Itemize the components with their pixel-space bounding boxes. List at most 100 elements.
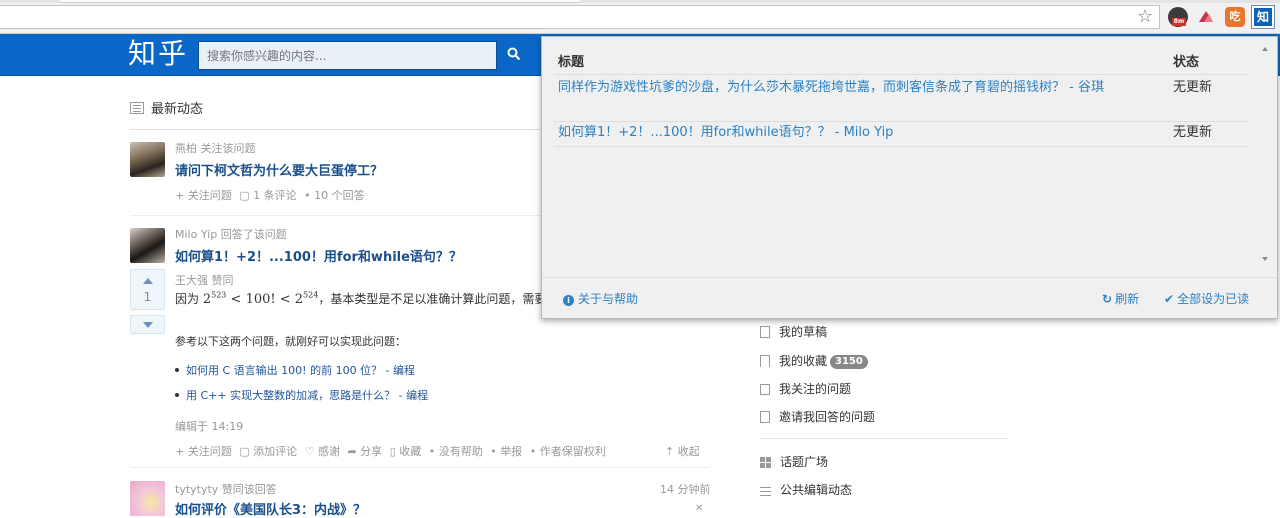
bullet: [175, 393, 179, 397]
column-header-title: 标题: [558, 55, 585, 70]
math-base: 2: [294, 292, 304, 307]
answer-link-list: 如何用 C 语言输出 100! 的前 100 位？ - 编程 用 C++ 实现大…: [175, 362, 428, 412]
activity-meta: tytytyty 赞同该回答: [175, 483, 277, 496]
thanks-link[interactable]: ♡ 感谢: [305, 445, 340, 458]
zhihu-logo[interactable]: 知乎: [128, 37, 188, 71]
math-expression: 2523 < 100! < 2524: [202, 290, 318, 307]
mark-all-read-button[interactable]: ✔ 全部设为已读: [1164, 290, 1249, 307]
notification-title-link[interactable]: 如何算1！+2！...100！用for和while语句？？ - Milo Yip: [558, 124, 1158, 142]
edited-time[interactable]: 编辑于 14:19: [175, 418, 243, 434]
sidebar-item-followed-questions[interactable]: 我关注的问题: [760, 380, 851, 400]
refresh-button[interactable]: ↻ 刷新: [1102, 290, 1139, 307]
activity-meta: Milo Yip 回答了该问题: [175, 228, 287, 241]
follow-question-link[interactable]: + 关注问题: [175, 189, 232, 202]
topic-link[interactable]: - 编程: [395, 389, 428, 402]
comments-link[interactable]: ▢ 1 条评论: [239, 189, 296, 202]
search-input[interactable]: [198, 41, 497, 70]
downvote-button[interactable]: [130, 315, 165, 334]
close-icon[interactable]: ✕: [695, 503, 703, 514]
sidebar-item-drafts[interactable]: 我的草稿: [760, 323, 827, 343]
orange-extension-icon[interactable]: 吃: [1225, 7, 1245, 27]
bm-extension-icon[interactable]: 8m: [1168, 7, 1188, 27]
about-help-label: 关于与帮助: [578, 292, 639, 306]
address-bar[interactable]: [0, 5, 1160, 29]
grid-icon: [760, 457, 771, 468]
browser-toolbar: ☆ 8m 吃 知: [0, 0, 1280, 34]
invite-icon: [760, 411, 770, 423]
topic-link[interactable]: - 编程: [382, 364, 415, 377]
sidebar-item-label: 公共编辑动态: [780, 483, 853, 497]
sidebar-item-label: 我的草稿: [779, 325, 828, 339]
upvote-button[interactable]: 1: [130, 269, 165, 310]
sidebar-item-public-edits[interactable]: 公共编辑动态: [760, 481, 852, 501]
bookmark-icon: [760, 355, 770, 367]
refresh-label: 刷新: [1115, 292, 1140, 306]
item-actions: + 关注问题 ▢ 添加评论 ♡ 感谢 ➦ 分享 ▯ 收藏 • 没有帮助 • 举报…: [175, 443, 610, 459]
sidebar-item-topic-square[interactable]: 话题广场: [760, 453, 828, 473]
collapse-link[interactable]: ⇡ 收起: [665, 443, 700, 459]
bullet: [175, 368, 179, 372]
divider: [554, 74, 1249, 75]
question-title-link[interactable]: 如何评价《美国队长3：内战》？: [175, 499, 366, 518]
report-link[interactable]: • 举报: [490, 445, 522, 458]
zhihu-extension-popup: 标题 状态 同样作为游戏性坑爹的沙盘，为什么莎木暴死拖垮世嘉，而刺客信条成了育碧…: [541, 36, 1278, 319]
triangle-extension-icon[interactable]: [1196, 7, 1216, 27]
triangle-logo-icon: [1199, 11, 1213, 22]
notification-status: 无更新: [1173, 80, 1213, 95]
column-header-status: 状态: [1173, 55, 1200, 70]
sidebar-item-collections[interactable]: 我的收藏 3150: [760, 352, 868, 372]
check-icon: [760, 384, 770, 395]
zhihu-extension-icon[interactable]: 知: [1251, 5, 1275, 29]
mark-all-read-label: 全部设为已读: [1177, 292, 1250, 306]
collect-link[interactable]: ▯ 收藏: [390, 445, 422, 458]
math-exponent: 523: [211, 290, 227, 300]
list-item: 用 C++ 实现大整数的加减，思路是什么？ - 编程: [175, 387, 428, 412]
activity-meta: 燕柏 关注该问题: [175, 142, 256, 155]
answer-text-suffix: ，基本类型是不足以准确计算此问题，需要: [318, 292, 547, 306]
math-base: 2: [202, 292, 212, 307]
list-icon: [130, 102, 144, 114]
answers-link[interactable]: • 10 个回答: [304, 189, 364, 202]
scroll-down-arrow[interactable]: [1262, 257, 1268, 261]
search-icon: [507, 47, 521, 61]
share-link[interactable]: ➦ 分享: [347, 445, 382, 458]
add-comment-link[interactable]: ▢ 添加评论: [239, 445, 297, 458]
copyright-link[interactable]: • 作者保留权利: [530, 445, 606, 458]
question-title-link[interactable]: 如何算1！+2！...100！用for和while语句？？: [175, 246, 462, 265]
sidebar-item-label: 话题广场: [780, 455, 829, 469]
feed-heading: 最新动态: [130, 98, 203, 118]
sidebar-item-label: 我的收藏: [779, 354, 828, 368]
bookmark-star-icon[interactable]: ☆: [1137, 8, 1155, 26]
follow-question-link[interactable]: + 关注问题: [175, 445, 232, 458]
scroll-up-arrow[interactable]: [1262, 47, 1268, 51]
question-link[interactable]: 如何用 C 语言输出 100! 的前 100 位？: [186, 364, 382, 377]
divider: [542, 277, 1277, 278]
refresh-icon: ↻: [1102, 292, 1113, 306]
sidebar-item-invitations[interactable]: 邀请我回答的问题: [760, 408, 875, 428]
question-link[interactable]: 用 C++ 实现大整数的加减，思路是什么？: [186, 389, 395, 402]
info-icon: i: [563, 295, 574, 306]
no-help-link[interactable]: • 没有帮助: [429, 445, 483, 458]
math-middle: < 100! <: [226, 292, 295, 307]
arrow-up-icon: [143, 278, 153, 284]
divider: [554, 146, 1249, 147]
divider: [130, 467, 710, 468]
item-actions: + 关注问题 ▢ 1 条评论 • 10 个回答: [175, 187, 369, 203]
notification-status: 无更新: [1173, 125, 1213, 140]
active-tab[interactable]: [60, 0, 580, 3]
list-icon: [760, 486, 771, 496]
avatar[interactable]: [130, 228, 165, 263]
avatar[interactable]: [130, 481, 165, 516]
notification-title-link[interactable]: 同样作为游戏性坑爹的沙盘，为什么莎木暴死拖垮世嘉，而刺客信条成了育碧的摇钱树？ …: [558, 79, 1158, 97]
vote-count: 1: [143, 290, 152, 304]
check-icon: ✔: [1164, 292, 1175, 306]
about-help-link[interactable]: i 关于与帮助: [563, 290, 638, 307]
avatar[interactable]: [130, 142, 165, 177]
answer-summary: 因为 2523 < 100! < 2524，基本类型是不足以准确计算此问题，需要: [175, 290, 546, 307]
feed-heading-label: 最新动态: [151, 102, 204, 117]
sidebar-item-label: 邀请我回答的问题: [779, 410, 876, 424]
question-title-link[interactable]: 请问下柯文哲为什么要大巨蛋停工？: [175, 160, 383, 179]
search-button[interactable]: [497, 41, 531, 70]
divider: [554, 121, 1249, 122]
answer-text-prefix: 因为: [175, 292, 200, 306]
